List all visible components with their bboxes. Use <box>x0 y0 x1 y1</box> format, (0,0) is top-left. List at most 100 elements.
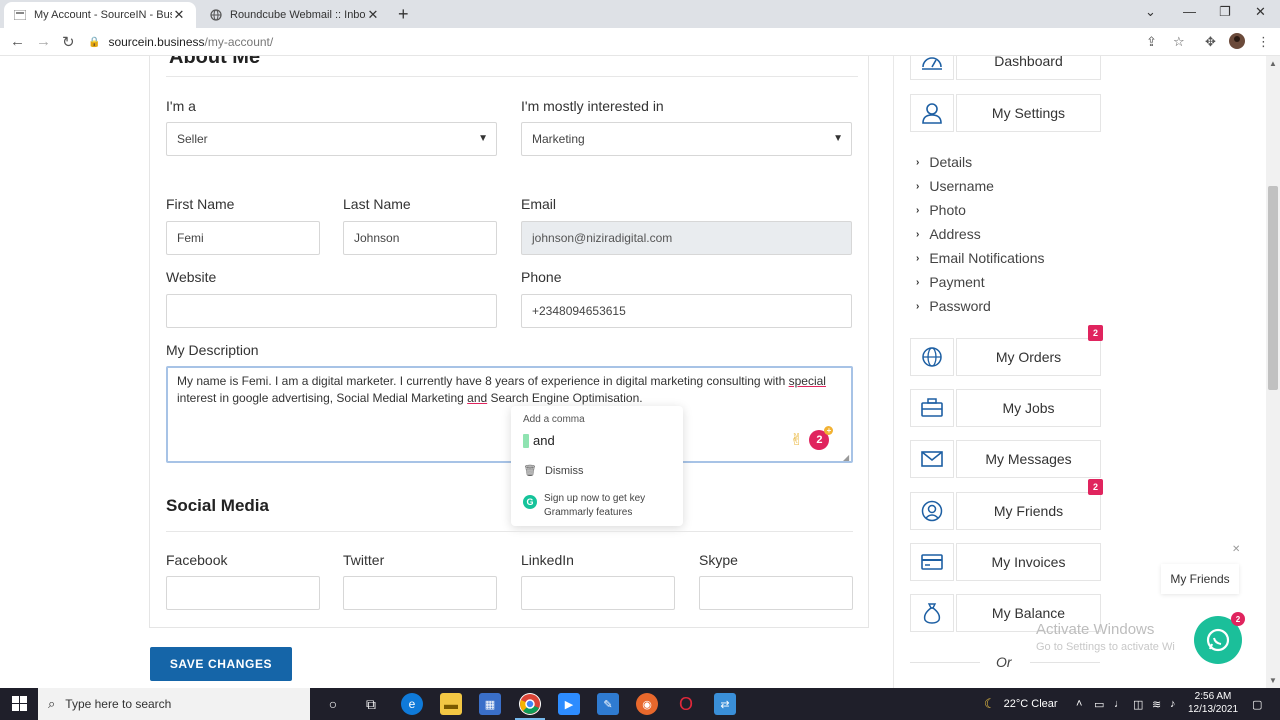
facebook-label: Facebook <box>166 552 228 568</box>
im-a-select[interactable]: Seller ▼ <box>166 122 497 156</box>
edge-icon[interactable]: e <box>401 693 423 715</box>
volume-icon[interactable]: ♪ <box>1170 688 1176 720</box>
close-tab-icon[interactable]: ✕ <box>172 7 186 23</box>
sidebar-sub-email-notifications[interactable]: › Email Notifications <box>916 250 1045 266</box>
teamviewer-icon[interactable]: ⇄ <box>714 693 736 715</box>
dismiss-button[interactable]: 🗑 Dismiss <box>523 464 583 478</box>
notifications-icon[interactable]: ▢ <box>1252 688 1262 720</box>
grammarly-suggestion-popup: Add a comma and 🗑 Dismiss G Sign up now … <box>511 406 683 526</box>
minimize-icon[interactable]: — <box>1183 4 1196 19</box>
first-name-field[interactable]: Femi <box>166 221 320 255</box>
store-icon[interactable]: ▦ <box>479 693 501 715</box>
network-icon[interactable]: ◫ <box>1133 688 1143 720</box>
flagged-word[interactable]: special <box>789 374 826 388</box>
flagged-word[interactable]: and <box>467 391 487 405</box>
signup-text: Sign up now to get key <box>544 493 646 504</box>
dashboard-label: Dashboard <box>956 56 1101 80</box>
sidebar-item-settings[interactable]: My Settings <box>910 94 1101 132</box>
save-changes-button[interactable]: SAVE CHANGES <box>150 647 292 681</box>
zoom-icon[interactable]: ▶ <box>558 693 580 715</box>
profile-avatar[interactable] <box>1229 33 1245 52</box>
sidebar-item-friends[interactable]: My Friends 2 <box>910 479 1103 530</box>
microphone-icon[interactable]: ♩ <box>1114 688 1125 720</box>
description-textarea[interactable]: My name is Femi. I am a digital marketer… <box>166 366 853 463</box>
sidebar-sub-photo[interactable]: › Photo <box>916 202 966 218</box>
maximize-icon[interactable]: ❐ <box>1219 4 1231 20</box>
system-clock[interactable]: 2:56 AM 12/13/2021 <box>1188 690 1238 716</box>
grammarly-badge[interactable]: 2 + <box>809 426 834 450</box>
email-value: johnson@niziradigital.com <box>532 231 673 245</box>
device-icon[interactable]: ▭ <box>1094 688 1104 720</box>
chat-tooltip[interactable]: My Friends <box>1161 564 1239 594</box>
reload-icon[interactable]: ↻ <box>62 33 75 51</box>
sidebar-sub-payment[interactable]: › Payment <box>916 274 985 290</box>
forward-icon[interactable]: → <box>36 33 51 50</box>
grammarly-count: 2 <box>816 434 823 446</box>
facebook-field[interactable] <box>166 576 320 610</box>
sub-item-label: Username <box>929 178 994 194</box>
close-window-icon[interactable]: ✕ <box>1255 4 1266 20</box>
sidebar-sub-password[interactable]: › Password <box>916 298 991 314</box>
globe-icon <box>210 9 222 21</box>
back-icon[interactable]: ← <box>10 33 25 50</box>
chevron-right-icon: › <box>916 252 920 264</box>
sidebar-item-messages[interactable]: My Messages <box>910 440 1101 478</box>
sidebar-item-orders[interactable]: My Orders 2 <box>910 325 1103 376</box>
resize-handle-icon[interactable]: ◢ <box>843 453 849 462</box>
browser-tab-bar: My Account - SourceIN - Busine ✕ Roundcu… <box>0 0 1280 28</box>
share-icon[interactable]: ⇪ <box>1146 34 1157 50</box>
tone-emoji-icon[interactable]: ✌ <box>790 430 803 450</box>
cortana-icon[interactable]: ○ <box>322 693 344 715</box>
url-path: /my-account/ <box>204 35 274 49</box>
tab-search-icon[interactable]: ⌄ <box>1145 4 1156 20</box>
phone-field[interactable]: +2348094653615 <box>521 294 852 328</box>
firefox-icon[interactable]: ◉ <box>636 693 658 715</box>
grammarly-signup-link[interactable]: G Sign up now to get key Grammarly featur… <box>523 492 645 520</box>
page-viewport: About Me I'm a Seller ▼ I'm mostly inter… <box>0 56 1266 688</box>
opera-icon[interactable]: O <box>675 693 697 715</box>
suggestion-text: and <box>533 433 555 448</box>
sidebar-sub-username[interactable]: › Username <box>916 178 994 194</box>
scroll-down-icon[interactable]: ▼ <box>1269 676 1277 685</box>
interest-select[interactable]: Marketing ▼ <box>521 122 852 156</box>
description-text: interest in google advertising, Social M… <box>177 391 468 405</box>
bookmark-star-icon[interactable]: ☆ <box>1173 34 1185 50</box>
sidebar-sub-address[interactable]: › Address <box>916 226 981 242</box>
tab-roundcube[interactable]: Roundcube Webmail :: Inbox ✕ <box>200 2 390 28</box>
twitter-label: Twitter <box>343 552 385 568</box>
linkedin-field[interactable] <box>521 576 675 610</box>
last-name-field[interactable]: Johnson <box>343 221 497 255</box>
browser-menu-icon[interactable]: ⋮ <box>1257 34 1270 50</box>
skype-field[interactable] <box>699 576 853 610</box>
social-media-heading: Social Media <box>166 496 269 515</box>
chrome-icon[interactable] <box>519 693 541 715</box>
task-view-icon[interactable]: ⧉ <box>360 693 382 715</box>
sidebar-item-invoices[interactable]: My Invoices <box>910 543 1101 581</box>
scroll-up-icon[interactable]: ▲ <box>1269 59 1277 68</box>
close-icon[interactable]: ✕ <box>1232 544 1240 555</box>
suggestion-button[interactable]: and <box>523 433 555 448</box>
sidebar-sub-details[interactable]: › Details <box>916 154 972 170</box>
briefcase-icon <box>910 389 954 427</box>
url-field[interactable]: 🔒 sourcein.business/my-account/ <box>88 31 1198 53</box>
sidebar-item-dashboard[interactable]: Dashboard <box>910 56 1101 80</box>
snipping-tool-icon[interactable]: ✎ <box>597 693 619 715</box>
twitter-field[interactable] <box>343 576 497 610</box>
scrollbar-thumb[interactable] <box>1268 186 1278 390</box>
website-label: Website <box>166 269 217 285</box>
wifi-icon[interactable]: ≋ <box>1152 688 1161 720</box>
phone-value: +2348094653615 <box>532 304 626 318</box>
tab-my-account[interactable]: My Account - SourceIN - Busine ✕ <box>4 2 196 28</box>
extensions-icon[interactable]: ✥ <box>1205 34 1216 50</box>
taskbar-search-box[interactable]: ⌕ Type here to search <box>38 688 310 720</box>
sidebar-item-jobs[interactable]: My Jobs <box>910 389 1101 427</box>
new-tab-icon[interactable]: + <box>398 4 409 25</box>
website-field[interactable] <box>166 294 497 328</box>
windows-start-icon[interactable] <box>12 696 27 716</box>
file-explorer-icon[interactable]: ▬ <box>440 693 462 715</box>
page-scrollbar[interactable]: ▲ ▼ <box>1266 56 1280 688</box>
close-tab-icon[interactable]: ✕ <box>366 7 380 23</box>
interest-label: I'm mostly interested in <box>521 98 664 114</box>
show-hidden-icons-icon[interactable]: ˄ <box>1076 688 1082 720</box>
weather-widget[interactable]: ☾ 22°C Clear <box>984 688 1058 720</box>
